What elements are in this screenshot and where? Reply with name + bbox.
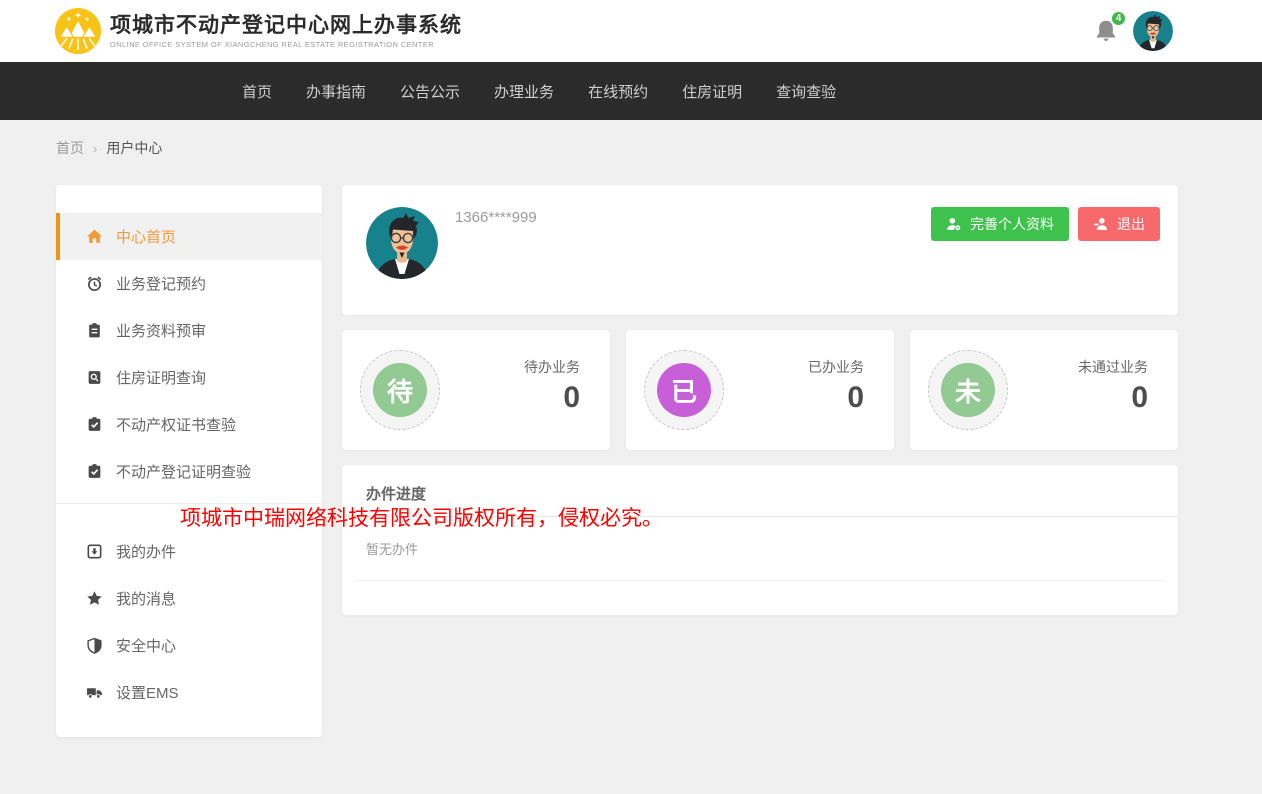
breadcrumb: 首页 › 用户中心: [56, 120, 162, 176]
inbox-icon: [86, 543, 103, 560]
sidebar-item-center-home[interactable]: 中心首页: [56, 213, 322, 260]
sidebar-item-my-cases[interactable]: 我的办件: [56, 528, 322, 575]
sidebar-item-label: 不动产权证书查验: [116, 414, 236, 435]
profile-actions: 完善个人资料 退出: [931, 207, 1160, 241]
breadcrumb-current: 用户中心: [106, 138, 162, 158]
nav-item-business[interactable]: 办理业务: [494, 81, 554, 102]
nav-item-reservation[interactable]: 在线预约: [588, 81, 648, 102]
sidebar-item-label: 我的办件: [116, 541, 176, 562]
nav-item-announcements[interactable]: 公告公示: [400, 81, 460, 102]
person-minus-icon: [1093, 216, 1109, 232]
nav-item-inquiry[interactable]: 查询查验: [776, 81, 836, 102]
sidebar-item-label: 中心首页: [116, 226, 176, 247]
sidebar-item-label: 我的消息: [116, 588, 176, 609]
progress-card: 办件进度 暂无办件: [342, 465, 1178, 615]
sidebar-item-label: 住房证明查询: [116, 367, 206, 388]
stat-ring: 未: [928, 350, 1008, 430]
progress-divider: [354, 580, 1166, 581]
sidebar-item-ems-settings[interactable]: 设置EMS: [56, 669, 322, 716]
pending-badge-icon: 待: [373, 363, 427, 417]
complete-profile-label: 完善个人资料: [970, 214, 1054, 234]
breadcrumb-home[interactable]: 首页: [56, 138, 84, 158]
sidebar: 中心首页 业务登记预约 业务资料预审 住房证明查询 不动产权证书查验 不动产登记…: [56, 185, 322, 737]
stat-card-pending: 待 待办业务 0: [342, 330, 610, 450]
rejected-badge-icon: 未: [941, 363, 995, 417]
person-gear-icon: [946, 216, 962, 232]
sidebar-item-label: 业务登记预约: [116, 273, 206, 294]
sidebar-item-registration-cert-check[interactable]: 不动产登记证明查验: [56, 448, 322, 495]
sidebar-item-property-cert-check[interactable]: 不动产权证书查验: [56, 401, 322, 448]
main-nav: 首页 办事指南 公告公示 办理业务 在线预约 住房证明 查询查验: [0, 62, 1262, 120]
notification-bell-icon[interactable]: 4: [1093, 17, 1121, 47]
stat-label: 未通过业务: [1078, 357, 1148, 377]
breadcrumb-separator: ›: [93, 141, 97, 156]
stat-card-done: 已 已办业务 0: [626, 330, 894, 450]
stat-count: 0: [1078, 381, 1148, 415]
site-subtitle: ONLINE OFFICE SYSTEM OF XIANGCHENG REAL …: [110, 40, 462, 49]
nav-item-home[interactable]: 首页: [242, 81, 272, 102]
sidebar-item-label: 设置EMS: [116, 682, 179, 703]
star-icon: [86, 590, 103, 607]
shield-icon: [86, 637, 103, 654]
profile-avatar: [366, 207, 438, 279]
nav-item-guide[interactable]: 办事指南: [306, 81, 366, 102]
nav-item-housing-cert[interactable]: 住房证明: [682, 81, 742, 102]
sidebar-divider: [56, 503, 322, 504]
sidebar-item-label: 安全中心: [116, 635, 176, 656]
clipboard-icon: [86, 322, 103, 339]
progress-empty-text: 暂无办件: [342, 517, 1178, 558]
stat-card-rejected: 未 未通过业务 0: [910, 330, 1178, 450]
sidebar-item-security-center[interactable]: 安全中心: [56, 622, 322, 669]
stats-row: 待 待办业务 0 已 已办业务 0 未 未通过业务 0: [342, 330, 1178, 450]
notification-badge: 4: [1110, 10, 1127, 27]
sidebar-item-housing-cert-query[interactable]: 住房证明查询: [56, 354, 322, 401]
brand-block: 项城市不动产登记中心网上办事系统 ONLINE OFFICE SYSTEM OF…: [110, 13, 462, 49]
stat-ring: 已: [644, 350, 724, 430]
done-badge-icon: 已: [657, 363, 711, 417]
complete-profile-button[interactable]: 完善个人资料: [931, 207, 1069, 241]
sidebar-item-material-review[interactable]: 业务资料预审: [56, 307, 322, 354]
main-content: 1366****999 完善个人资料 退出 待 待办业务 0 已: [342, 185, 1178, 615]
stat-label: 待办业务: [524, 357, 580, 377]
profile-card: 1366****999 完善个人资料 退出: [342, 185, 1178, 315]
sidebar-item-my-messages[interactable]: 我的消息: [56, 575, 322, 622]
top-header: 项城市不动产登记中心网上办事系统 ONLINE OFFICE SYSTEM OF…: [0, 0, 1262, 62]
stat-label: 已办业务: [808, 357, 864, 377]
truck-icon: [86, 684, 103, 701]
clipboard-check-icon: [86, 463, 103, 480]
stat-count: 0: [808, 381, 864, 415]
doc-search-icon: [86, 369, 103, 386]
progress-title: 办件进度: [342, 465, 1178, 517]
user-avatar[interactable]: [1133, 11, 1173, 51]
sidebar-item-registration-reservation[interactable]: 业务登记预约: [56, 260, 322, 307]
site-logo-icon: [55, 8, 101, 54]
logout-button[interactable]: 退出: [1078, 207, 1160, 241]
sidebar-item-label: 不动产登记证明查验: [116, 461, 251, 482]
clipboard-check-icon: [86, 416, 103, 433]
stat-ring: 待: [360, 350, 440, 430]
site-title: 项城市不动产登记中心网上办事系统: [110, 13, 462, 37]
stat-count: 0: [524, 381, 580, 415]
logout-label: 退出: [1117, 214, 1145, 234]
sidebar-item-label: 业务资料预审: [116, 320, 206, 341]
home-icon: [86, 228, 103, 245]
alarm-icon: [86, 275, 103, 292]
profile-phone: 1366****999: [455, 209, 537, 226]
